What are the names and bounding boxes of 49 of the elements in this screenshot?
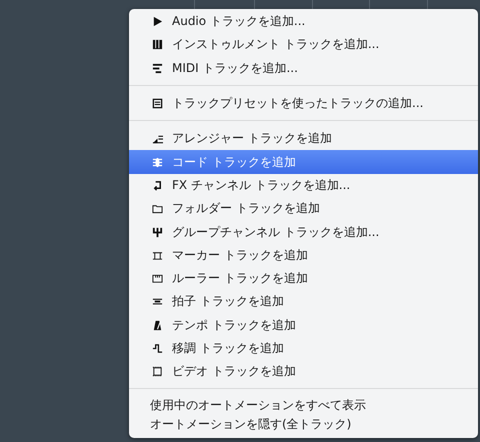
menu-item[interactable]: Audio トラックを追加... [129, 10, 478, 34]
menu-item-label: Audio トラックを追加... [172, 13, 306, 30]
menu-item-label: オートメーションを隠す(全トラック) [150, 416, 352, 434]
menu-item[interactable]: MIDI トラックを追加... [129, 56, 478, 80]
menu-item-label: マーカー トラックを追加 [172, 246, 308, 264]
bars-icon [152, 296, 163, 308]
stack-icon [152, 156, 163, 168]
menu-item-label: コード トラックを追加 [172, 154, 296, 171]
menu-item[interactable]: 拍子 トラックを追加 [129, 290, 478, 314]
list-icon [152, 98, 163, 110]
menu-item-label: 拍子 トラックを追加 [172, 293, 284, 310]
menu-item[interactable]: フォルダー トラックを追加 [129, 197, 478, 220]
metronome-icon [152, 320, 163, 331]
menu-item[interactable]: 使用中のオートメーションをすべて表示 [129, 395, 478, 415]
fork-icon [152, 226, 163, 238]
menu-item-label: テンポ トラックを追加 [172, 316, 296, 334]
menu-item[interactable]: オートメーションを隠す(全トラック) [129, 414, 478, 434]
step-line-icon [152, 343, 163, 354]
menu-item-label: アレンジャー トラックを追加 [172, 130, 332, 148]
menu-item[interactable]: トラックプリセットを使ったトラックの追加... [129, 92, 478, 116]
menu-item[interactable]: マーカー トラックを追加 [129, 244, 478, 267]
menu-item-label: ビデオ トラックを追加 [172, 363, 296, 380]
menu-item[interactable]: ルーラー トラックを追加 [129, 266, 478, 290]
bars-icon [152, 62, 163, 74]
ruler-icon [152, 273, 163, 284]
menu-item[interactable]: FX チャンネル トラックを追加... [129, 174, 478, 198]
piano-keys-icon [152, 39, 163, 50]
menu-item[interactable]: グループチャンネル トラックを追加... [129, 220, 478, 244]
return-arrow-icon [152, 180, 163, 191]
marker-icon [152, 250, 163, 261]
menu-item[interactable]: アレンジャー トラックを追加 [129, 127, 478, 150]
film-icon [152, 366, 163, 378]
play-icon [152, 16, 163, 28]
menu-item[interactable]: インストゥルメント トラックを追加... [129, 33, 478, 57]
menu-item-label: 使用中のオートメーションをすべて表示 [150, 396, 366, 414]
menu-item-label: 移調 トラックを追加 [172, 340, 284, 357]
menu-item-label: フォルダー トラックを追加 [172, 200, 320, 218]
menu-item-label: ルーラー トラックを追加 [172, 270, 308, 288]
menu-item[interactable]: ビデオ トラックを追加 [129, 360, 478, 384]
menu-item[interactable]: コード トラックを追加 [129, 150, 478, 174]
menu-item[interactable]: 移調 トラックを追加 [129, 336, 478, 360]
menu-item-label: インストゥルメント トラックを追加... [172, 36, 380, 54]
menu-item-label: グループチャンネル トラックを追加... [172, 224, 380, 241]
menu-item-label: MIDI トラックを追加... [172, 60, 298, 77]
menu-item-label: トラックプリセットを使ったトラックの追加... [172, 95, 424, 112]
menu-item-label: FX チャンネル トラックを追加... [172, 176, 350, 194]
steps-icon [152, 133, 163, 144]
folder-icon [152, 203, 163, 214]
menu-item[interactable]: テンポ トラックを追加 [129, 314, 478, 337]
